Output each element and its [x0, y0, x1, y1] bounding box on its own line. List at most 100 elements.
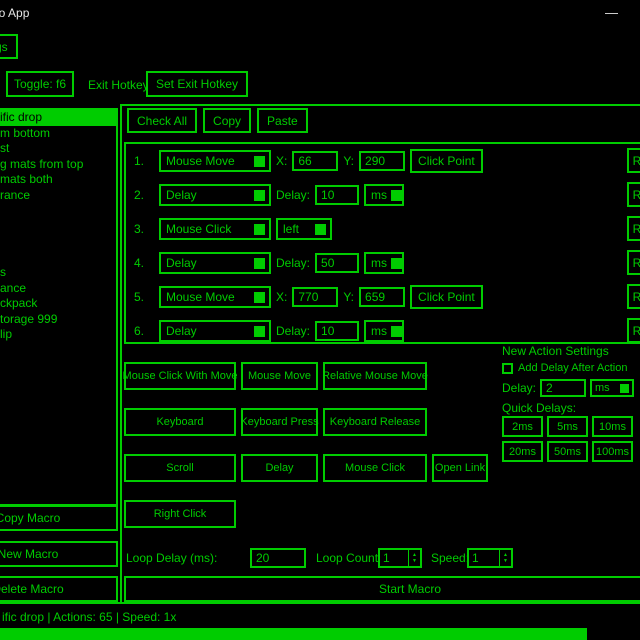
x-input[interactable] — [292, 151, 338, 171]
add-open-link-button[interactable]: Open Link — [432, 454, 488, 482]
remove-button[interactable]: Remove — [627, 250, 640, 275]
paste-button[interactable]: Paste — [257, 108, 308, 133]
action-type-dropdown[interactable]: Mouse Move — [159, 150, 271, 172]
quick-delay-5ms-button[interactable]: 5ms — [547, 416, 588, 437]
add-mouse-click-with-move-button[interactable]: Mouse Click With Move — [124, 362, 236, 390]
loop-count-stepper[interactable]: 1 ▲ ▼ — [378, 548, 422, 568]
stepper-arrows: ▲ ▼ — [408, 550, 420, 566]
loop-delay-input[interactable] — [250, 548, 306, 568]
y-input[interactable] — [359, 151, 405, 171]
macro-list-item[interactable] — [0, 219, 116, 235]
add-keyboard-release-button[interactable]: Keyboard Release — [323, 408, 427, 436]
macro-list-item[interactable]: ific drop — [0, 110, 116, 126]
quick-delay-20ms-button[interactable]: 20ms — [502, 441, 543, 462]
set-exit-hotkey-button[interactable]: Set Exit Hotkey — [146, 71, 248, 97]
delay-input[interactable] — [315, 321, 359, 341]
x-label: X: — [276, 290, 287, 304]
new-macro-button[interactable]: New Macro — [0, 541, 118, 567]
check-all-button[interactable]: Check All — [127, 108, 197, 133]
quick-delay-10ms-button[interactable]: 10ms — [592, 416, 633, 437]
tab-settings[interactable]: Settings — [0, 34, 18, 59]
speed-stepper[interactable]: 1 ▲ ▼ — [467, 548, 513, 568]
quick-delay-100ms-button[interactable]: 100ms — [592, 441, 633, 462]
action-type-dropdown[interactable]: Mouse Click — [159, 218, 271, 240]
spin-down-icon[interactable]: ▼ — [503, 558, 508, 564]
exit-hotkey-label: Exit Hotkey: — [88, 78, 152, 92]
macro-list-item[interactable]: m bottom — [0, 126, 116, 142]
delay-unit-dropdown[interactable]: ms — [364, 252, 404, 274]
minimize-button[interactable]: — — [599, 3, 624, 22]
macro-list-item[interactable] — [0, 250, 116, 266]
remove-button[interactable]: Remove — [627, 318, 640, 343]
macro-list-item[interactable]: s — [0, 265, 116, 281]
add-delay-after-action-checkbox[interactable] — [502, 363, 513, 374]
toggle-hotkey-button[interactable]: Toggle: f6 — [6, 71, 74, 97]
delay-unit-value: ms — [371, 256, 387, 270]
macro-list-item[interactable]: st — [0, 141, 116, 157]
action-toolbar: Check All Copy Paste — [127, 108, 308, 133]
spin-down-icon[interactable]: ▼ — [412, 558, 417, 564]
remove-button[interactable]: Remove — [627, 148, 640, 173]
action-index: 4. — [134, 256, 154, 270]
click-point-button[interactable]: Click Point — [410, 149, 483, 173]
add-right-click-button[interactable]: Right Click — [124, 500, 236, 528]
add-mouse-move-button[interactable]: Mouse Move — [241, 362, 318, 390]
dropdown-indicator-icon — [391, 326, 402, 337]
action-index: 3. — [134, 222, 154, 236]
delay-input[interactable] — [315, 253, 359, 273]
loop-delay-label: Loop Delay (ms): — [126, 551, 217, 565]
macro-list-item[interactable]: mats both — [0, 172, 116, 188]
add-mouse-click-button[interactable]: Mouse Click — [323, 454, 427, 482]
dropdown-indicator-icon — [254, 326, 265, 337]
remove-button[interactable]: Remove — [627, 284, 640, 309]
stepper-arrows: ▲ ▼ — [499, 550, 511, 566]
quick-delay-2ms-button[interactable]: 2ms — [502, 416, 543, 437]
add-relative-mouse-move-button[interactable]: Relative Mouse Move — [323, 362, 427, 390]
copy-button[interactable]: Copy — [203, 108, 251, 133]
macro-list-item[interactable]: ance — [0, 281, 116, 297]
new-action-delay-unit-dropdown[interactable]: ms — [590, 379, 634, 397]
action-type-dropdown[interactable]: Mouse Move — [159, 286, 271, 308]
titlebar: Macro App — — [0, 0, 640, 26]
add-scroll-button[interactable]: Scroll — [124, 454, 236, 482]
start-macro-button[interactable]: Start Macro — [124, 576, 640, 602]
delay-input[interactable] — [315, 185, 359, 205]
macro-list-item[interactable]: torage 999 — [0, 312, 116, 328]
remove-button[interactable]: Remove — [627, 182, 640, 207]
macro-list-item[interactable]: ckpack — [0, 296, 116, 312]
macro-list-item[interactable]: g mats from top — [0, 157, 116, 173]
new-action-delay-unit-value: ms — [595, 382, 610, 394]
mouse-button-dropdown[interactable]: left — [276, 218, 332, 240]
add-keyboard-press-button[interactable]: Keyboard Press — [241, 408, 318, 436]
delay-unit-dropdown[interactable]: ms — [364, 184, 404, 206]
delay-unit-dropdown[interactable]: ms — [364, 320, 404, 342]
new-action-settings-title: New Action Settings — [502, 344, 640, 358]
y-input[interactable] — [359, 287, 405, 307]
x-input[interactable] — [292, 287, 338, 307]
new-action-settings: New Action Settings Add Delay After Acti… — [502, 344, 640, 466]
copy-macro-button[interactable]: Copy Macro — [0, 505, 118, 531]
action-index: 2. — [134, 188, 154, 202]
action-type-dropdown[interactable]: Delay — [159, 252, 271, 274]
quick-delay-50ms-button[interactable]: 50ms — [547, 441, 588, 462]
click-point-button[interactable]: Click Point — [410, 285, 483, 309]
macro-list-item[interactable] — [0, 203, 116, 219]
macro-list-item[interactable] — [0, 234, 116, 250]
add-delay-button[interactable]: Delay — [241, 454, 318, 482]
action-index: 1. — [134, 154, 154, 168]
action-type-value: Mouse Move — [166, 290, 235, 304]
macro-list-item[interactable]: lip — [0, 327, 116, 343]
new-action-delay-label: Delay: — [502, 381, 536, 395]
loop-count-label: Loop Count: — [316, 551, 381, 565]
action-type-dropdown[interactable]: Delay — [159, 320, 271, 342]
new-action-delay-input[interactable] — [540, 379, 586, 397]
remove-button[interactable]: Remove — [627, 216, 640, 241]
action-row: 4. Delay Delay: ms Remove — [126, 246, 640, 280]
x-label: X: — [276, 154, 287, 168]
action-type-dropdown[interactable]: Delay — [159, 184, 271, 206]
add-keyboard-button[interactable]: Keyboard — [124, 408, 236, 436]
delete-macro-button[interactable]: Delete Macro — [0, 576, 118, 602]
delay-label: Delay: — [276, 324, 310, 338]
action-row: 3. Mouse Click left Remove — [126, 212, 640, 246]
macro-list-item[interactable]: rance — [0, 188, 116, 204]
